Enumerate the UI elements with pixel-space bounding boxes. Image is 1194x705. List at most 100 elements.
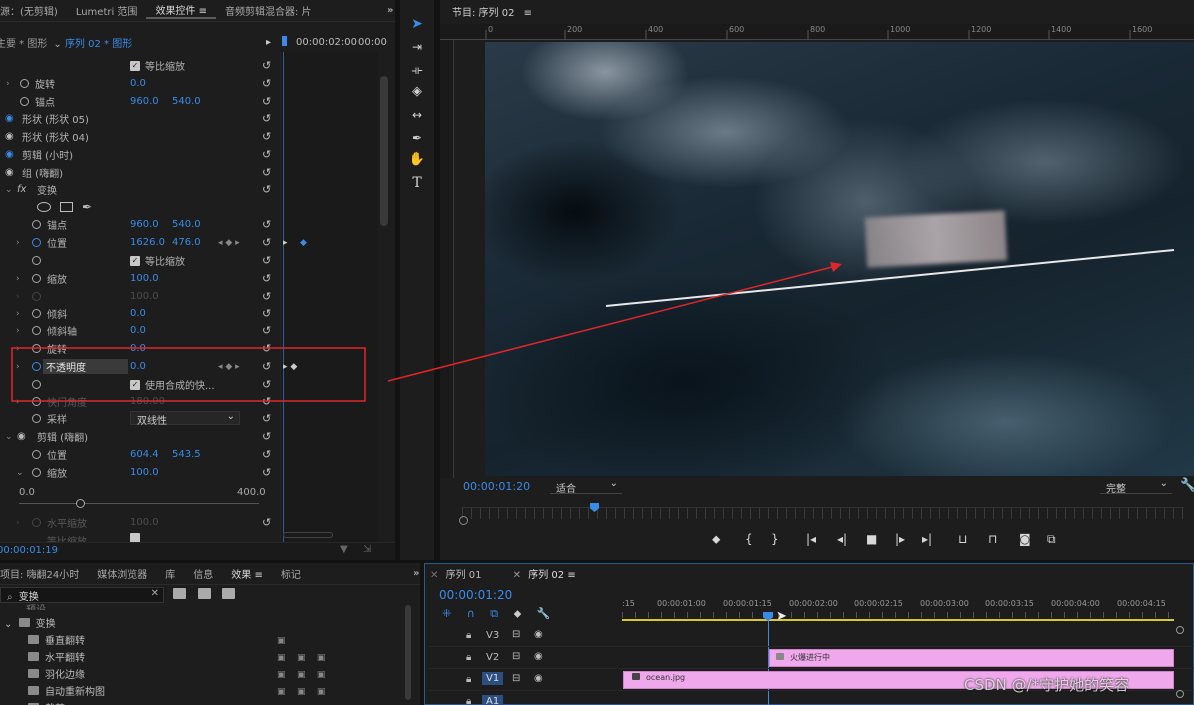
- clear-search-icon[interactable]: ✕: [151, 588, 159, 599]
- program-timecode[interactable]: 00:00:01:20: [463, 480, 530, 493]
- keyframe-nav-icon[interactable]: ◂ ◆ ▸: [218, 362, 240, 372]
- tab-project[interactable]: 项目: 嗨翻24小时: [0, 566, 88, 581]
- reset-icon[interactable]: ↺: [262, 236, 271, 249]
- stop-button[interactable]: ■: [866, 532, 877, 546]
- lock-icon[interactable]: 🔒︎: [466, 652, 471, 663]
- stopwatch-icon[interactable]: [20, 79, 29, 88]
- timeline-vscroll-handle-bottom[interactable]: [1176, 690, 1184, 698]
- ripple-edit-tool-icon[interactable]: ⟛: [404, 60, 430, 80]
- scale-value[interactable]: 100.0: [130, 467, 159, 478]
- uniform-scale-checkbox[interactable]: ✓: [130, 60, 140, 71]
- tab-effect-controls[interactable]: 效果控件 ≡: [146, 2, 216, 19]
- tab-sequence-01[interactable]: 序列 01: [446, 570, 482, 581]
- effects-scrollbar[interactable]: [405, 605, 411, 700]
- play-only-icon[interactable]: ▸: [266, 37, 271, 48]
- eye-icon[interactable]: ◉: [5, 167, 14, 178]
- anchor-y-value[interactable]: 540.0: [172, 219, 201, 230]
- keyframe-diamond-icon[interactable]: ◆: [300, 238, 307, 248]
- tab-markers[interactable]: 标记: [272, 566, 310, 581]
- reset-icon[interactable]: ↺: [262, 254, 271, 267]
- position-x-value[interactable]: 1626.0: [130, 237, 165, 248]
- stopwatch-icon[interactable]: [32, 326, 41, 335]
- sync-lock-icon[interactable]: ⊟: [512, 651, 520, 662]
- program-title[interactable]: 节目: 序列 02: [452, 8, 514, 19]
- list-item[interactable]: 羽化边缘: [28, 666, 85, 681]
- chevron-right-icon[interactable]: ›: [16, 238, 20, 248]
- tab-sequence-02[interactable]: 序列 02 ≡: [528, 570, 575, 581]
- timeline-ruler[interactable]: :15 00:00:01:00 00:00:01:15 00:00:02:00 …: [622, 596, 1182, 624]
- list-item[interactable]: 垂直翻转: [28, 632, 85, 647]
- reset-icon[interactable]: ↺: [262, 324, 271, 337]
- stopwatch-icon[interactable]: [20, 97, 29, 106]
- go-to-out-button[interactable]: ▸|: [922, 532, 932, 546]
- rotation-value[interactable]: 0.0: [130, 78, 146, 89]
- timeline-settings-icon[interactable]: 🔧: [537, 607, 551, 620]
- keyframe-icon[interactable]: ▸ ◆: [283, 362, 297, 372]
- lock-icon[interactable]: 🔒︎: [466, 696, 471, 705]
- stopwatch-icon[interactable]: [32, 220, 41, 229]
- tab-effects[interactable]: 效果 ≡: [222, 566, 272, 581]
- scale-slider-handle[interactable]: [76, 499, 85, 508]
- reset-icon[interactable]: ↺: [262, 183, 271, 196]
- effects-folder[interactable]: ⌄ 变换: [4, 615, 56, 630]
- hand-tool-icon[interactable]: ✋: [404, 150, 430, 170]
- mark-in-button[interactable]: {: [745, 532, 753, 546]
- reset-icon[interactable]: ↺: [262, 516, 271, 529]
- program-menu-icon[interactable]: ≡: [524, 8, 532, 19]
- yuv-effects-icon[interactable]: [222, 588, 235, 599]
- sampling-dropdown[interactable]: 双线性 ⌄: [130, 411, 240, 427]
- export-frame-icon[interactable]: ◙: [1019, 532, 1031, 546]
- eye-icon[interactable]: ◉: [17, 431, 26, 442]
- nest-toggle-icon[interactable]: ⁜: [442, 607, 451, 620]
- eye-icon[interactable]: ◉: [534, 629, 543, 640]
- chevron-right-icon[interactable]: ›: [16, 309, 20, 319]
- stopwatch-active-icon[interactable]: [32, 362, 41, 371]
- reset-icon[interactable]: ↺: [262, 307, 271, 320]
- reset-icon[interactable]: ↺: [262, 130, 271, 143]
- tab-info[interactable]: 信息: [184, 566, 222, 581]
- stopwatch-icon[interactable]: [32, 256, 41, 265]
- chevron-right-icon[interactable]: ›: [16, 362, 20, 372]
- opacity-value[interactable]: 0.0: [130, 361, 146, 372]
- track-select-tool-icon[interactable]: ⇥: [404, 37, 430, 57]
- reset-icon[interactable]: ↺: [262, 360, 271, 373]
- ellipse-mask-icon[interactable]: [37, 201, 51, 212]
- eye-icon[interactable]: ◉: [534, 673, 543, 684]
- chevron-right-icon[interactable]: ›: [16, 274, 20, 284]
- tab-lumetri-scopes[interactable]: Lumetri 范围: [67, 3, 147, 18]
- keyframe-nav-icon[interactable]: ◂ ◆ ▸: [218, 238, 240, 248]
- chevron-down-icon[interactable]: ⌄: [16, 468, 24, 478]
- track-label[interactable]: A1: [482, 695, 504, 705]
- eye-icon[interactable]: ◉: [534, 651, 543, 662]
- eye-icon[interactable]: ◉: [5, 113, 14, 124]
- chevron-right-icon[interactable]: ›: [16, 397, 20, 407]
- uniform-scale-checkbox[interactable]: ✓: [130, 255, 140, 266]
- step-back-button[interactable]: ◂|: [837, 532, 847, 546]
- list-item[interactable]: 裁剪: [28, 700, 65, 705]
- linked-selection-icon[interactable]: ⧉: [490, 607, 498, 620]
- reset-icon[interactable]: ↺: [262, 290, 271, 303]
- fit-dropdown[interactable]: 适合 ⌄: [550, 478, 622, 495]
- ec-playhead-marker[interactable]: [282, 36, 287, 46]
- tabs-overflow-button[interactable]: »: [378, 5, 395, 16]
- rectangle-mask-icon[interactable]: [60, 201, 73, 212]
- uniform-scale-checkbox[interactable]: [130, 533, 140, 542]
- chevron-right-icon[interactable]: ›: [16, 518, 20, 528]
- reset-icon[interactable]: ↺: [262, 430, 271, 443]
- reset-icon[interactable]: ↺: [262, 59, 271, 72]
- chevron-right-icon[interactable]: ›: [6, 79, 10, 89]
- program-time-ruler[interactable]: [462, 507, 1184, 519]
- reset-icon[interactable]: ↺: [262, 448, 271, 461]
- stopwatch-icon[interactable]: [32, 468, 41, 477]
- chevron-right-icon[interactable]: ›: [16, 326, 20, 336]
- quality-dropdown[interactable]: 完整 ⌄: [1100, 478, 1172, 495]
- sync-lock-icon[interactable]: ⊟: [512, 673, 520, 684]
- razor-tool-icon[interactable]: ◈: [404, 82, 430, 102]
- pen-tool-icon[interactable]: ✒: [404, 128, 430, 148]
- stopwatch-icon[interactable]: [32, 309, 41, 318]
- rotation-value[interactable]: 0.0: [130, 343, 146, 354]
- slip-tool-icon[interactable]: ↔: [404, 105, 430, 125]
- filter-icon[interactable]: ▼: [340, 544, 348, 555]
- snap-icon[interactable]: ∩: [467, 607, 475, 620]
- pen-mask-icon[interactable]: ✒: [82, 200, 92, 214]
